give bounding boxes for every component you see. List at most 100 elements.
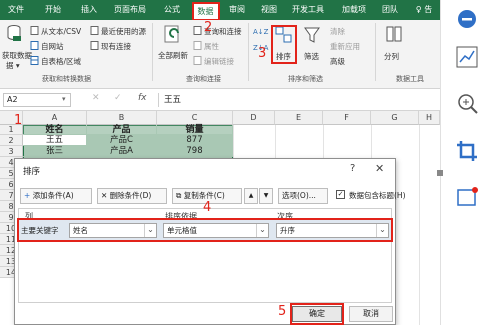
properties-icon xyxy=(193,41,202,50)
from-text-csv-button[interactable]: 从文本/CSV xyxy=(41,26,81,37)
copy-condition-label: 复制条件(C) xyxy=(183,191,225,200)
refresh-all-button[interactable]: 全部刷新 xyxy=(158,50,188,61)
refresh-all-icon xyxy=(164,25,179,43)
highlight-ok-button xyxy=(290,303,344,325)
window-button[interactable] xyxy=(454,184,480,210)
reapply-button[interactable]: 重新应用 xyxy=(330,41,360,52)
recent-sources-icon xyxy=(90,26,99,35)
cell-c3[interactable]: 798 xyxy=(157,146,233,157)
has-header-checkbox[interactable]: ✓ xyxy=(336,190,345,199)
edit-links-icon xyxy=(193,56,202,65)
function-icon[interactable]: fx xyxy=(138,93,147,103)
tab-tell-me[interactable]: ♀ 告 xyxy=(408,0,440,20)
recent-sources-button[interactable]: 最近使用的源 xyxy=(101,26,146,37)
gridline xyxy=(419,125,420,325)
crop-icon xyxy=(457,141,477,161)
column-header-b[interactable]: B xyxy=(87,111,157,125)
tab-review[interactable]: 审阅 xyxy=(224,0,250,20)
close-button[interactable]: ✕ xyxy=(375,162,384,175)
filter-button[interactable]: 筛选 xyxy=(304,51,319,62)
step-4-label: 4 xyxy=(203,200,212,215)
cell-c2[interactable]: 877 xyxy=(157,135,233,146)
table-icon xyxy=(30,56,39,65)
clear-button[interactable]: 清除 xyxy=(330,26,345,37)
move-up-button[interactable]: ▲ xyxy=(244,188,258,204)
existing-connections-button[interactable]: 现有连接 xyxy=(101,41,131,52)
copy-icon: ⧉ xyxy=(176,191,182,200)
edit-links-button[interactable]: 编辑链接 xyxy=(204,56,234,67)
web-icon xyxy=(30,41,39,50)
tab-home[interactable]: 开始 xyxy=(38,0,68,20)
cancel-button[interactable]: 取消 xyxy=(349,306,393,322)
tab-file[interactable]: 文件 xyxy=(2,0,30,20)
tab-page-layout[interactable]: 页面布局 xyxy=(108,0,152,20)
help-button[interactable]: ? xyxy=(350,163,355,174)
cell-a3[interactable]: 张三 xyxy=(23,146,87,157)
split-button[interactable]: 分列 xyxy=(384,51,399,62)
window-icon xyxy=(457,187,478,206)
formula-input[interactable]: 王五 xyxy=(158,93,438,107)
tab-view[interactable]: 视图 xyxy=(256,0,282,20)
zoom-in-icon xyxy=(458,94,478,114)
ribbon: 获取数据 据 ▾ 从文本/CSV 自网站 自表格/区域 最近使用的源 现有连接 … xyxy=(0,20,440,89)
cell-a2[interactable]: 王五 xyxy=(23,135,87,146)
add-condition-button[interactable]: + 添加条件(A) xyxy=(20,188,92,204)
move-down-button[interactable]: ▼ xyxy=(259,188,273,204)
crop-button[interactable] xyxy=(454,138,480,164)
chart-tool-button[interactable] xyxy=(454,44,480,70)
add-icon: + xyxy=(24,191,31,200)
queries-icon xyxy=(193,26,202,35)
text-to-columns-icon xyxy=(386,26,402,42)
from-web-button[interactable]: 自网站 xyxy=(41,41,64,52)
row-header-3[interactable]: 3 xyxy=(0,146,23,157)
step-5-label: 5 xyxy=(278,304,287,319)
column-header-h[interactable]: H xyxy=(419,111,440,125)
group-queries-label: 查询和连接 xyxy=(186,75,221,83)
sort-dialog: 排序 ? ✕ + 添加条件(A) ✕ 删除条件(D) ⧉ 复制条件(C) ▲ ▼… xyxy=(14,158,406,325)
highlight-condition-row xyxy=(17,218,393,242)
column-header-f[interactable]: F xyxy=(323,111,371,125)
ribbon-separator xyxy=(375,23,376,81)
group-data-tools-label: 数据工具 xyxy=(396,75,424,83)
options-button[interactable]: 选项(O)... xyxy=(278,188,328,204)
tab-addins[interactable]: 加载项 xyxy=(336,0,372,20)
from-table-button[interactable]: 自表格/区域 xyxy=(41,56,81,67)
name-box[interactable]: A2 xyxy=(3,93,71,107)
advanced-button[interactable]: 高级 xyxy=(330,56,345,67)
cell-b2[interactable]: 产品C xyxy=(87,135,157,146)
resize-handle[interactable] xyxy=(437,170,443,176)
highlight-data-tab xyxy=(192,2,220,21)
column-header-g[interactable]: G xyxy=(371,111,419,125)
column-header-c[interactable]: C xyxy=(157,111,233,125)
row-header-2[interactable]: 2 xyxy=(0,135,23,146)
cell-b3[interactable]: 产品A xyxy=(87,146,157,157)
cell-a1[interactable]: 姓名 xyxy=(23,125,87,135)
has-header-label[interactable]: 数据包含标题(H) xyxy=(349,190,406,201)
collapse-button[interactable] xyxy=(454,6,480,32)
get-data-dropdown[interactable]: 据 ▾ xyxy=(6,60,20,71)
properties-button[interactable]: 属性 xyxy=(204,41,219,52)
tab-team[interactable]: 团队 xyxy=(378,0,402,20)
tab-formulas[interactable]: 公式 xyxy=(158,0,186,20)
ribbon-separator xyxy=(248,23,249,81)
column-header-e[interactable]: E xyxy=(275,111,323,125)
tab-developer[interactable]: 开发工具 xyxy=(286,0,330,20)
sort-ascending-button[interactable]: A↓Z xyxy=(253,28,268,36)
tab-insert[interactable]: 插入 xyxy=(74,0,104,20)
filter-icon xyxy=(304,27,320,43)
zoom-button[interactable] xyxy=(454,90,480,116)
group-sort-filter-label: 排序和筛选 xyxy=(288,75,323,83)
delete-condition-button[interactable]: ✕ 删除条件(D) xyxy=(97,188,167,204)
column-header-d[interactable]: D xyxy=(233,111,275,125)
chart-icon xyxy=(456,46,478,68)
cell-c1[interactable]: 销量 xyxy=(157,125,233,135)
formula-bar: A2 ▾ ✕ ✓ fx 王五 xyxy=(0,89,440,111)
database-icon xyxy=(7,25,21,41)
namebox-dropdown-icon[interactable]: ▾ xyxy=(62,95,66,103)
right-sidebar xyxy=(437,0,492,325)
cancel-icon[interactable]: ✕ xyxy=(92,93,100,103)
confirm-icon[interactable]: ✓ xyxy=(114,93,122,103)
column-header-a[interactable]: A xyxy=(23,111,87,125)
ribbon-tab-bar: 文件 开始 插入 页面布局 公式 数据 审阅 视图 开发工具 加载项 团队 ♀ … xyxy=(0,0,440,20)
cell-b1[interactable]: 产品 xyxy=(87,125,157,135)
